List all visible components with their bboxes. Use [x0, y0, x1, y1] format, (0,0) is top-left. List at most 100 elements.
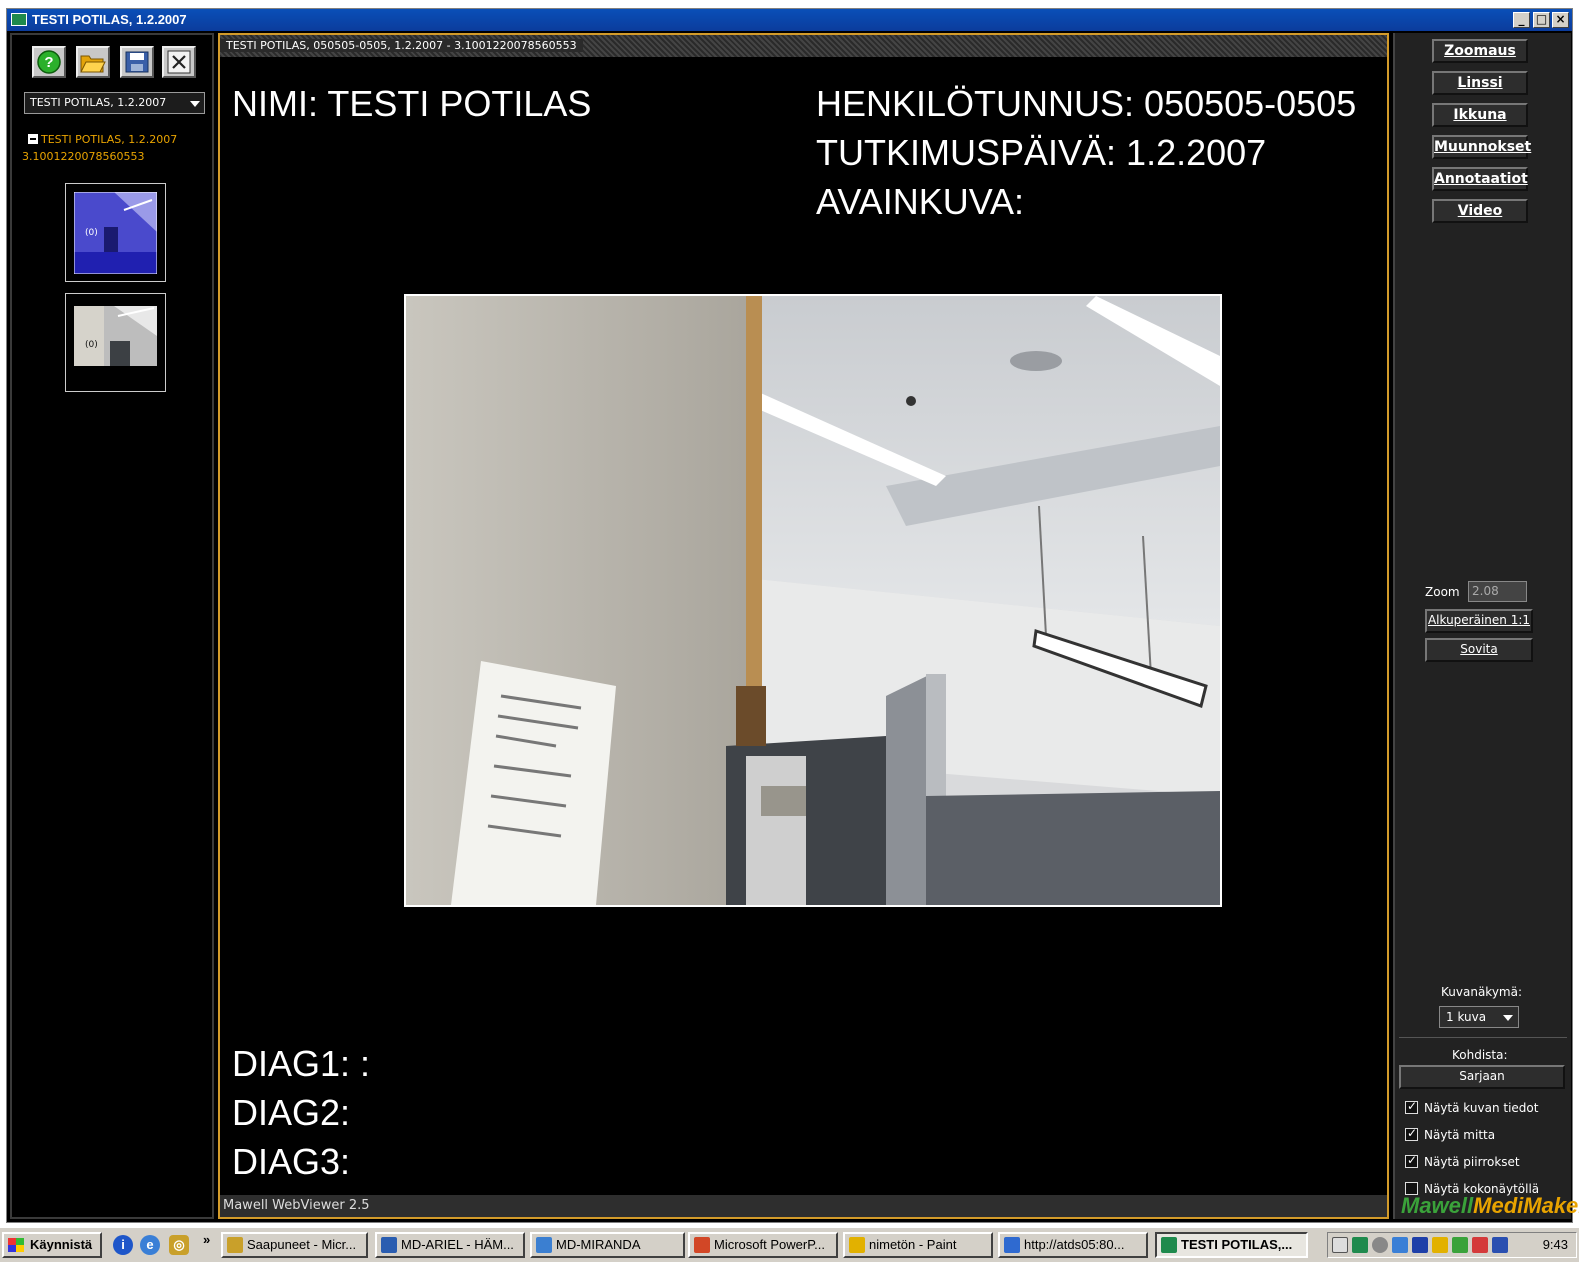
main-image[interactable] [404, 294, 1222, 907]
tab-video[interactable]: Video [1432, 199, 1528, 223]
checkbox-show-drawings[interactable]: Näytä piirrokset [1405, 1153, 1520, 1169]
chevron-down-icon [190, 101, 200, 107]
maximize-button[interactable]: □ [1533, 12, 1550, 28]
study-select-value: TESTI POTILAS, 1.2.2007 [30, 96, 167, 109]
image-viewer[interactable]: TESTI POTILAS, 050505-0505, 1.2.2007 - 3… [218, 33, 1389, 1219]
help-icon[interactable] [1332, 1237, 1348, 1253]
diag1: DIAG1: : [232, 1043, 371, 1084]
viewer-footer: Mawell WebViewer 2.5 [220, 1195, 1387, 1217]
system-tray: 9:43 [1327, 1232, 1577, 1258]
study-date: TUTKIMUSPÄIVÄ: 1.2.2007 [816, 132, 1267, 173]
paint-icon [849, 1237, 865, 1253]
series-target-button[interactable]: Sarjaan [1399, 1065, 1565, 1089]
checkbox-box[interactable] [1405, 1153, 1418, 1168]
tree-node-series: 3.1001220078560553 [22, 150, 145, 163]
zoom-input[interactable]: 2.08 [1468, 581, 1527, 602]
thumbnail-label: (0) [85, 340, 98, 350]
tab-annotaatiot[interactable]: Annotaatiot [1432, 167, 1528, 191]
title-bar[interactable]: TESTI POTILAS, 1.2.2007 _ □ × [7, 9, 1572, 31]
thumbnail-2[interactable]: (0) [65, 293, 166, 392]
help-button[interactable]: ? [32, 46, 66, 78]
thumbnail-1[interactable]: (0) [65, 183, 166, 282]
brand-logo-part1: Mawell [1401, 1193, 1474, 1218]
study-select[interactable]: TESTI POTILAS, 1.2.2007 [24, 92, 205, 114]
thumbnail-label: (0) [85, 228, 98, 238]
thumbnail-image [74, 306, 157, 366]
save-button[interactable] [120, 46, 154, 78]
browser-icon[interactable]: e [140, 1235, 160, 1255]
checkbox-box[interactable] [1405, 1126, 1418, 1141]
viewer-header: TESTI POTILAS, 050505-0505, 1.2.2007 - 3… [220, 35, 1387, 57]
task-label: MD-MIRANDA [556, 1237, 641, 1252]
task-powerpoint[interactable]: Microsoft PowerP... [688, 1232, 838, 1258]
collapse-icon[interactable] [28, 134, 38, 144]
network-icon[interactable] [1372, 1237, 1388, 1253]
patient-name: NIMI: TESTI POTILAS [232, 83, 592, 124]
tab-ikkuna[interactable]: Ikkuna [1432, 103, 1528, 127]
tab-muunnokset[interactable]: Muunnokset [1432, 135, 1531, 159]
tools-panel: Zoomaus Linssi Ikkuna Muunnokset Annotaa… [1393, 33, 1579, 1219]
monitor-icon[interactable] [1492, 1237, 1508, 1253]
task-testi-potilas[interactable]: TESTI POTILAS,... [1155, 1232, 1308, 1258]
checkbox-label: Näytä kuvan tiedot [1424, 1101, 1539, 1115]
task-browser[interactable]: http://atds05:80... [998, 1232, 1148, 1258]
key-image-label: AVAINKUVA: [816, 181, 1025, 222]
minimize-button[interactable]: _ [1513, 12, 1530, 28]
outlook-icon[interactable]: ◎ [169, 1235, 189, 1255]
tab-linssi[interactable]: Linssi [1432, 71, 1528, 95]
checkbox-show-ruler[interactable]: Näytä mitta [1405, 1126, 1495, 1142]
view-select-value: 1 kuva [1446, 1010, 1487, 1024]
app-icon [1161, 1237, 1177, 1253]
powerpoint-icon [694, 1237, 710, 1253]
app-icon [536, 1237, 552, 1253]
browser-icon [1004, 1237, 1020, 1253]
sync-icon[interactable] [1452, 1237, 1468, 1253]
view-label: Kuvanäkymä: [1441, 985, 1522, 999]
original-size-button[interactable]: Alkuperäinen 1:1 [1425, 609, 1533, 633]
task-label: nimetön - Paint [869, 1237, 957, 1252]
checkbox-show-image-info[interactable]: Näytä kuvan tiedot [1405, 1099, 1539, 1115]
divider [1399, 1037, 1567, 1038]
task-paint[interactable]: nimetön - Paint [843, 1232, 993, 1258]
antivirus-icon[interactable] [1412, 1237, 1428, 1253]
patient-id: HENKILÖTUNNUS: 050505-0505 [816, 83, 1357, 124]
tree-node-label: TESTI POTILAS, 1.2.2007 [41, 133, 178, 146]
fit-button[interactable]: Sovita [1425, 638, 1533, 662]
help-icon: ? [37, 50, 61, 74]
viewer-header-text: TESTI POTILAS, 050505-0505, 1.2.2007 - 3… [220, 39, 583, 52]
close-icon [167, 50, 191, 74]
zoom-label: Zoom [1425, 585, 1460, 599]
study-tree-node[interactable]: TESTI POTILAS, 1.2.2007 3.10012200785605… [22, 131, 178, 165]
app-tray-icon[interactable] [1352, 1237, 1368, 1253]
checkbox-box[interactable] [1405, 1099, 1418, 1114]
quicklaunch-more-icon[interactable]: » [203, 1232, 210, 1247]
diag2: DIAG2: [232, 1092, 351, 1133]
study-browser-panel: ? TESTI POTILAS, 1.2.2007 TESTI POTILAS,… [10, 33, 214, 1219]
task-md-ariel[interactable]: MD-ARIEL - HÄM... [375, 1232, 525, 1258]
window-title: TESTI POTILAS, 1.2.2007 [32, 12, 187, 27]
tools-icon[interactable] [1392, 1237, 1408, 1253]
view-select[interactable]: 1 kuva [1439, 1006, 1519, 1028]
task-label: TESTI POTILAS,... [1181, 1237, 1293, 1252]
grid-icon[interactable] [1432, 1237, 1448, 1253]
info-icon[interactable]: i [113, 1235, 133, 1255]
diag3: DIAG3: [232, 1141, 351, 1182]
mail-icon [227, 1237, 243, 1253]
clock: 9:43 [1542, 1237, 1568, 1252]
close-window-button[interactable]: × [1552, 12, 1569, 28]
close-study-button[interactable] [162, 46, 196, 78]
open-button[interactable] [76, 46, 110, 78]
target-label: Kohdista: [1452, 1048, 1508, 1062]
app-icon [11, 13, 27, 26]
flag-icon[interactable] [1472, 1237, 1488, 1253]
task-label: MD-ARIEL - HÄM... [401, 1237, 514, 1252]
tab-zoomaus[interactable]: Zoomaus [1432, 39, 1528, 63]
start-label: Käynnistä [30, 1237, 93, 1252]
svg-text:?: ? [44, 54, 53, 71]
brand-logo-part2: MediMaker [1473, 1193, 1579, 1218]
task-md-miranda[interactable]: MD-MIRANDA [530, 1232, 685, 1258]
task-saapuneet[interactable]: Saapuneet - Micr... [221, 1232, 368, 1258]
app-icon [381, 1237, 397, 1253]
task-label: http://atds05:80... [1024, 1237, 1125, 1252]
start-button[interactable]: Käynnistä [2, 1232, 102, 1258]
